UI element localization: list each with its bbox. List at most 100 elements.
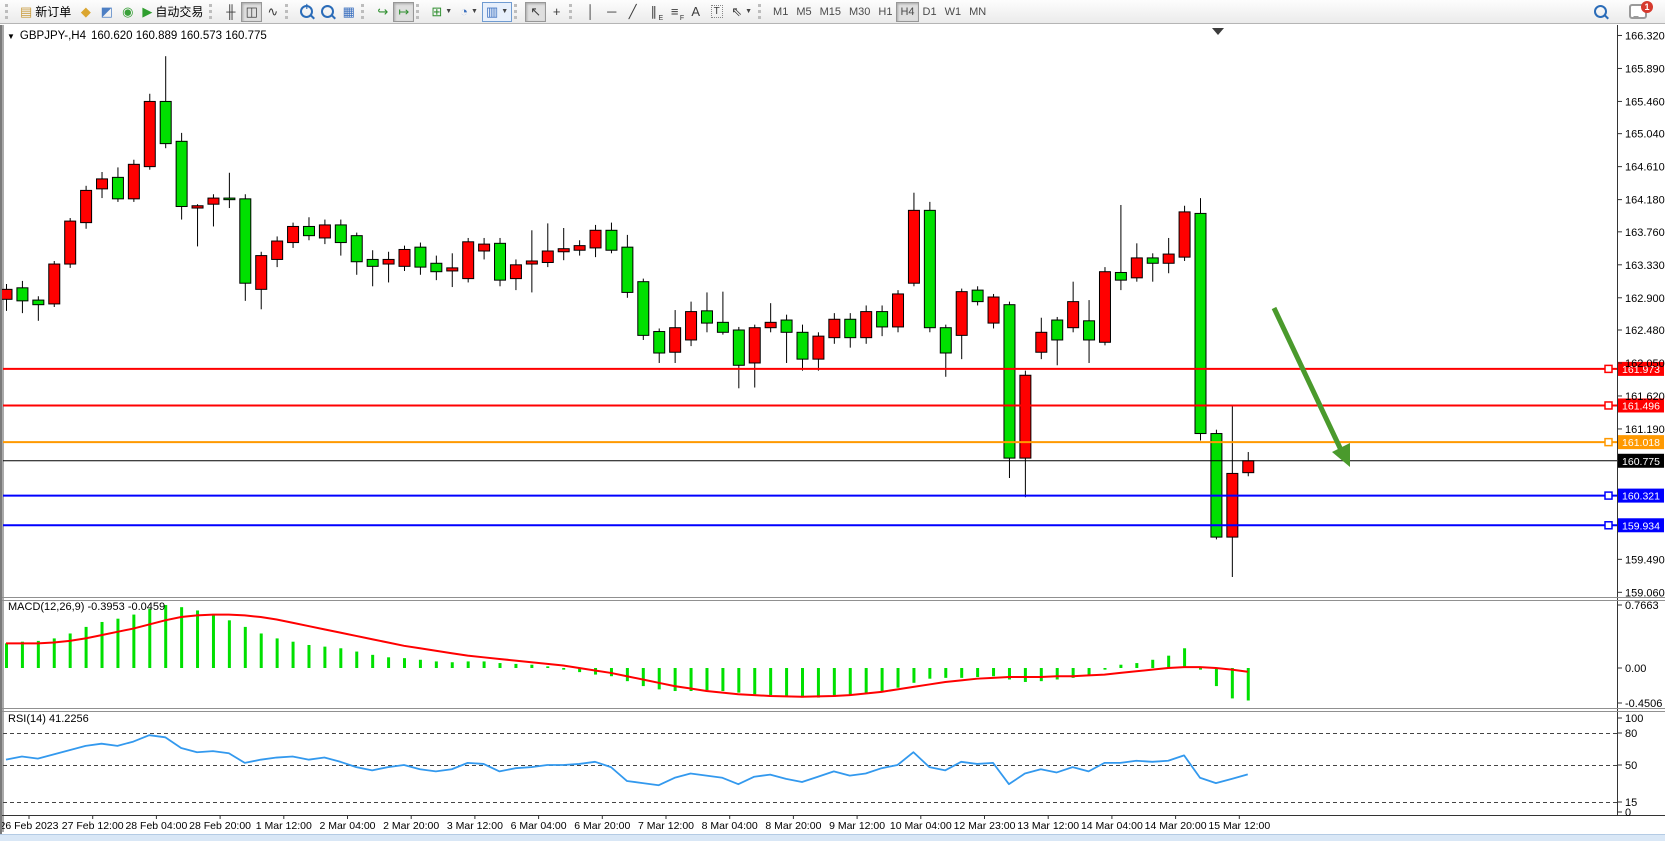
candle-bear [112, 177, 123, 198]
candle-bull [670, 328, 681, 353]
timeframe-button-H4[interactable]: H4 [896, 2, 918, 22]
new-order-button[interactable]: ▤新订单 [16, 2, 75, 22]
toolbar-group-handle[interactable] [758, 4, 765, 19]
timeframe-button-H1[interactable]: H1 [874, 2, 896, 22]
timeframe-button-M5[interactable]: M5 [792, 2, 815, 22]
timeframe-label: W1 [945, 6, 962, 18]
candle-bear [654, 332, 665, 353]
notifications-button[interactable]: 1 [1625, 2, 1651, 22]
candle-bear [1052, 320, 1063, 340]
candle-bear [495, 243, 506, 280]
chart-shift-marker[interactable] [1212, 28, 1224, 35]
arrows-button[interactable]: ⇖▼ [727, 2, 756, 22]
indicators-button[interactable]: ⊞▼ [427, 2, 456, 22]
price-tick-label: 162.900 [1625, 293, 1665, 305]
text-button[interactable]: A [685, 2, 706, 22]
candle-bull [128, 164, 139, 199]
toolbar-group-handle[interactable] [569, 4, 576, 19]
periods-button[interactable]: ◔▼ [456, 2, 482, 22]
level-line-anchor[interactable] [1605, 402, 1612, 409]
equidistant-channel-button[interactable]: ∥E [643, 2, 664, 22]
zoom-in-button[interactable]: + [296, 2, 317, 22]
time-tick-label: 10 Mar 04:00 [890, 820, 952, 832]
toolbar-group-handle[interactable] [416, 4, 423, 19]
signals-button[interactable]: ◉ [117, 2, 138, 22]
toolbar-group-handle[interactable] [285, 4, 292, 19]
candle-bull [479, 244, 490, 251]
toolbar-right-section: 1 [1590, 2, 1665, 22]
trendline-button[interactable]: ╱ [622, 2, 643, 22]
profile-icon: ◩ [101, 4, 113, 20]
chart-title: ▼ GBPJPY-,H4 160.620 160.889 160.573 160… [7, 30, 267, 42]
chart-canvas[interactable]: 161.973161.496161.018160.775160.321159.9… [0, 0, 1665, 841]
price-level-label: 160.321 [1622, 491, 1660, 503]
main-toolbar: ▤新订单◆◩◉▶自动交易╫◫∿+−▦↪↦⊞▼◔▼▥▼↖+│─╱∥E≡FAT⇖▼M… [0, 0, 1665, 24]
text-label-icon: T [711, 5, 723, 18]
dropdown-caret-icon[interactable]: ▼ [471, 8, 478, 15]
symbol-dropdown-icon[interactable]: ▼ [7, 32, 15, 41]
market-watch-button[interactable]: ◆ [75, 2, 96, 22]
timeframe-label: H4 [900, 6, 914, 18]
rsi-line [6, 735, 1248, 785]
level-line-anchor[interactable] [1605, 365, 1612, 372]
rsi-tick-label: 50 [1625, 760, 1637, 772]
line-chart-button[interactable]: ∿ [262, 2, 283, 22]
templates-button[interactable]: ▥▼ [482, 2, 512, 22]
candle-bull [1020, 375, 1031, 458]
vertical-line-icon: │ [587, 4, 595, 19]
candle-bull [144, 101, 155, 166]
candle-bear [415, 247, 426, 267]
dropdown-caret-icon[interactable]: ▼ [501, 8, 508, 15]
candle-bull [383, 259, 394, 264]
macd-tick-label: -0.4506 [1625, 698, 1662, 710]
candle-bear [733, 330, 744, 365]
time-tick-label: 1 Mar 12:00 [256, 820, 312, 832]
candle-bull [590, 230, 601, 248]
candle-bull [1, 289, 12, 299]
bar-chart-button[interactable]: ╫ [220, 2, 241, 22]
horizontal-line-button[interactable]: ─ [601, 2, 622, 22]
toolbar-group-handle[interactable] [209, 4, 216, 19]
fibonacci-button[interactable]: ≡F [664, 2, 685, 22]
candle-bear [224, 198, 235, 200]
candle-bear [335, 225, 346, 243]
candlestick-chart-button[interactable]: ◫ [241, 2, 262, 22]
timeframe-button-M15[interactable]: M15 [816, 2, 845, 22]
time-tick-label: 28 Feb 04:00 [125, 820, 187, 832]
tile-windows-button[interactable]: ▦ [338, 2, 359, 22]
candle-bull [49, 264, 60, 304]
zoom-sign: + [302, 3, 311, 12]
level-line-anchor[interactable] [1605, 439, 1612, 446]
toolbar-group-handle[interactable] [5, 4, 12, 19]
search-button[interactable] [1590, 2, 1611, 22]
cursor-button[interactable]: ↖ [525, 2, 546, 22]
toolbar-group-handle[interactable] [514, 4, 521, 19]
bar-chart-icon: ╫ [226, 4, 235, 19]
candle-bull [956, 292, 967, 336]
zoom-out-button[interactable]: − [317, 2, 338, 22]
profiles-button[interactable]: ◩ [96, 2, 117, 22]
timeframe-button-W1[interactable]: W1 [941, 2, 966, 22]
auto-scroll-button[interactable]: ↪ [372, 2, 393, 22]
dropdown-caret-icon[interactable]: ▼ [745, 8, 752, 15]
level-line-anchor[interactable] [1605, 522, 1612, 529]
annotation-arrow[interactable] [1274, 308, 1350, 467]
dropdown-caret-icon[interactable]: ▼ [445, 8, 452, 15]
timeframe-button-M30[interactable]: M30 [845, 2, 874, 22]
chart-shift-button[interactable]: ↦ [393, 2, 414, 22]
toolbar-group-handle[interactable] [361, 4, 368, 19]
macd-group [6, 605, 1248, 700]
crosshair-button[interactable]: + [546, 2, 567, 22]
text-label-button[interactable]: T [706, 2, 727, 22]
auto-trading-button[interactable]: ▶自动交易 [138, 2, 207, 22]
vertical-line-button[interactable]: │ [580, 2, 601, 22]
candle-bear [176, 141, 187, 206]
timeframe-button-M1[interactable]: M1 [769, 2, 792, 22]
timeframe-button-MN[interactable]: MN [965, 2, 990, 22]
candle-bull [829, 319, 840, 337]
level-line-anchor[interactable] [1605, 492, 1612, 499]
price-tick-label: 162.050 [1625, 358, 1665, 370]
candle-bull [749, 328, 760, 363]
candle-bear [701, 311, 712, 323]
timeframe-button-D1[interactable]: D1 [919, 2, 941, 22]
